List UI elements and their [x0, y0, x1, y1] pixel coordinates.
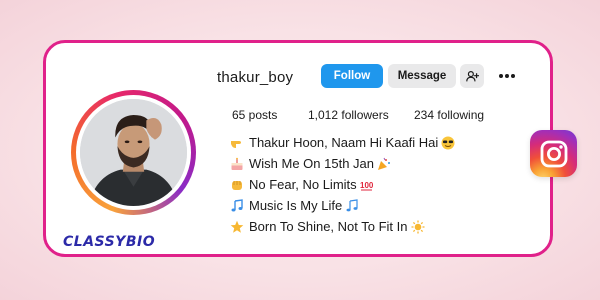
avatar[interactable]	[80, 99, 187, 206]
sun-icon	[411, 220, 425, 234]
bio-line: Born To Shine, Not To Fit In	[230, 216, 530, 237]
sunglasses-face-icon	[441, 136, 455, 150]
more-dots-icon	[499, 74, 515, 78]
profile-photo	[80, 99, 187, 206]
bio-text: Music Is My Life	[249, 198, 343, 213]
hundred-points-icon: 100	[360, 178, 374, 192]
music-notes-icon	[345, 198, 359, 213]
instagram-logo-icon	[530, 130, 577, 177]
message-button[interactable]: Message	[388, 64, 456, 88]
bio-text: No Fear, No Limits	[249, 177, 357, 192]
posts-count[interactable]: 65 posts	[232, 108, 277, 122]
add-user-icon	[465, 70, 479, 81]
bio-line: Thakur Hoon, Naam Hi Kaafi Hai	[230, 132, 530, 153]
brand-watermark: CLASSYBIO	[63, 234, 156, 250]
music-note-icon	[230, 198, 244, 213]
story-ring[interactable]	[71, 90, 196, 215]
bio-line: Wish Me On 15th Jan	[230, 153, 530, 174]
bio-text: Wish Me On 15th Jan	[249, 156, 374, 171]
bio-text: Thakur Hoon, Naam Hi Kaafi Hai	[249, 135, 439, 150]
username: thakur_boy	[217, 69, 294, 86]
following-count[interactable]: 234 following	[414, 108, 484, 122]
birthday-cake-icon	[230, 157, 244, 171]
more-options-button[interactable]	[497, 66, 517, 86]
party-popper-icon	[377, 157, 391, 171]
bio-line: No Fear, No Limits 100	[230, 174, 530, 195]
add-user-button[interactable]	[460, 64, 484, 88]
followers-count[interactable]: 1,012 followers	[308, 108, 389, 122]
profile-card: thakur_boy Follow Message 65 posts 1,012…	[43, 40, 553, 257]
pointing-hand-icon	[230, 136, 244, 150]
star-icon	[230, 220, 244, 234]
follow-button[interactable]: Follow	[321, 64, 383, 88]
bio-text: Born To Shine, Not To Fit In	[249, 219, 408, 234]
bio: Thakur Hoon, Naam Hi Kaafi Hai Wish Me O…	[230, 132, 530, 237]
fist-bump-icon	[230, 178, 244, 192]
bio-line: Music Is My Life	[230, 195, 530, 216]
svg-text:100: 100	[360, 181, 374, 190]
